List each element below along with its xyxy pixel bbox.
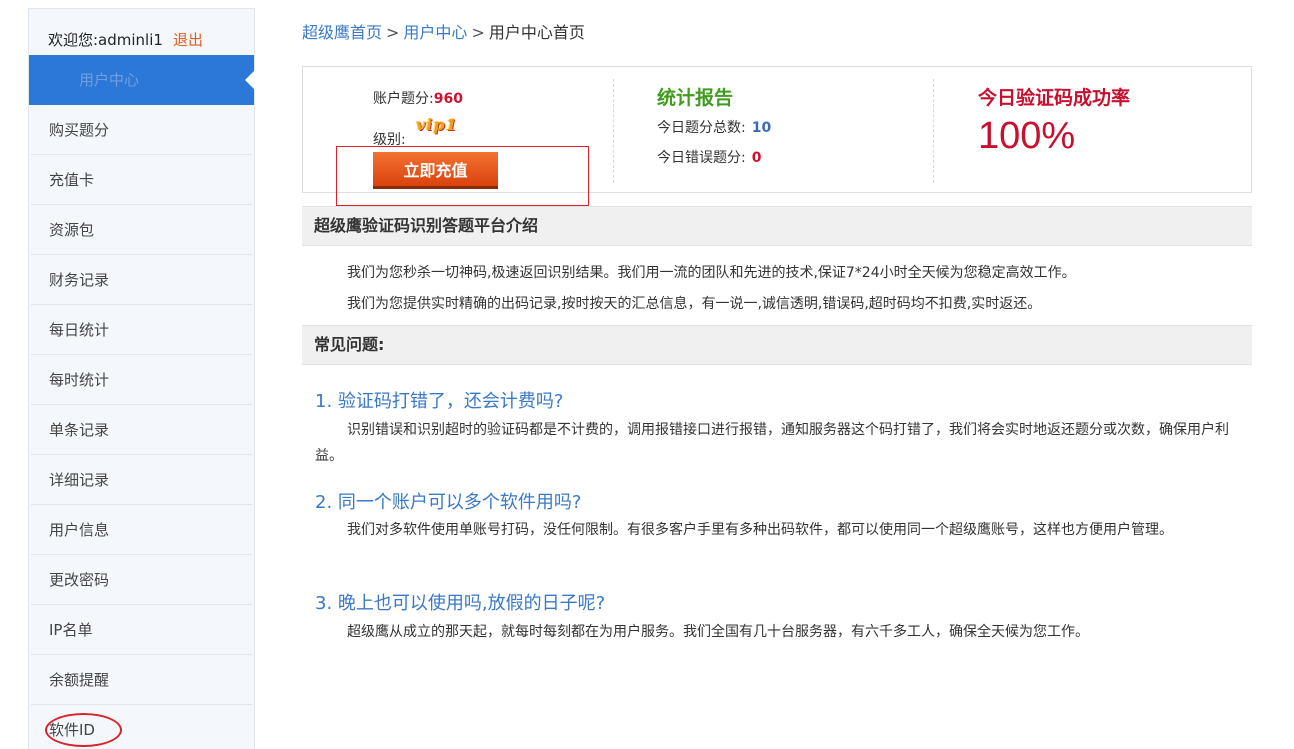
today-total-value: 10 [751, 120, 772, 136]
sidebar-item-single-records[interactable]: 单条记录 [31, 405, 252, 455]
level-label: 级别: [373, 132, 406, 148]
sidebar-item-detail-records[interactable]: 详细记录 [31, 455, 252, 505]
success-rate-title: 今日验证码成功率 [978, 87, 1131, 109]
intro-paragraph: 我们为您提供实时精确的出码记录,按时按天的汇总信息，有一说一,诚信透明,错误码,… [347, 296, 1042, 312]
today-error-row: 今日错误题分: 0 [657, 147, 761, 167]
account-summary-panel: 账户题分:960 级别: vip1 立即充值 统计报告 今日题分总数: 10 今日… [302, 66, 1252, 206]
sidebar-item-ip-list[interactable]: IP名单 [31, 605, 252, 655]
vip-badge-icon: vip1 [416, 115, 458, 134]
today-total-label: 今日题分总数: [657, 120, 746, 136]
faq-heading: 常见问题: [302, 325, 1252, 365]
sidebar-item-recharge-card[interactable]: 充值卡 [31, 155, 252, 205]
breadcrumb-home-link[interactable]: 超级鹰首页 [302, 23, 382, 42]
today-error-value: 0 [751, 150, 762, 166]
today-total-row: 今日题分总数: 10 [657, 117, 771, 137]
sidebar-item-buy-points[interactable]: 购买题分 [31, 105, 252, 155]
faq-answer: 识别错误和识别超时的验证码都是不计费的，调用报错接口进行报错，通知服务器这个码打… [315, 422, 1229, 464]
sidebar-item-user-center[interactable]: 用户中心 [29, 55, 255, 105]
sidebar-item-daily-stats[interactable]: 每日统计 [31, 305, 252, 355]
breadcrumb: 超级鹰首页 > 用户中心 > 用户中心首页 [302, 19, 585, 43]
level-row: 级别: [373, 129, 406, 149]
breadcrumb-separator: > [386, 23, 400, 42]
sidebar-item-hourly-stats[interactable]: 每时统计 [31, 355, 252, 405]
divider [933, 79, 934, 183]
sidebar-item-software-id[interactable]: 软件ID [31, 705, 252, 749]
faq-answer: 我们对多软件使用单账号打码，没任何限制。有很多客户手里有多种出码软件，都可以使用… [347, 522, 1173, 538]
welcome-bar: 欢迎您:adminli1 退出 [29, 9, 254, 55]
sidebar-item-user-info[interactable]: 用户信息 [31, 505, 252, 555]
intro-heading: 超级鹰验证码识别答题平台介绍 [302, 206, 1252, 246]
sidebar-item-balance-alert[interactable]: 余额提醒 [31, 655, 252, 705]
sidebar-item-change-password[interactable]: 更改密码 [31, 555, 252, 605]
faq-question: 3. 晚上也可以使用吗,放假的日子呢? [315, 593, 606, 614]
faq-question: 1. 验证码打错了，还会计费吗? [315, 391, 564, 412]
report-title: 统计报告 [657, 87, 734, 109]
balance-label: 账户题分: [373, 91, 434, 107]
breadcrumb-current: 用户中心首页 [488, 23, 585, 42]
sidebar-item-resource-pack[interactable]: 资源包 [31, 205, 252, 255]
intro-paragraph: 我们为您秒杀一切神码,极速返回识别结果。我们用一流的团队和先进的技术,保证7*2… [347, 265, 1076, 281]
logout-link[interactable]: 退出 [173, 31, 203, 49]
faq-answer: 超级鹰从成立的那天起，就每时每刻都在为用户服务。我们全国有几十台服务器，有六千多… [347, 624, 1089, 640]
sidebar: 欢迎您:adminli1 退出 用户中心 购买题分 充值卡 资源包 财务记录 每日… [28, 8, 255, 749]
balance-row: 账户题分:960 [373, 88, 463, 108]
sidebar-item-finance-records[interactable]: 财务记录 [31, 255, 252, 305]
welcome-text: 欢迎您:adminli1 [48, 31, 163, 49]
balance-value: 960 [433, 91, 463, 107]
breadcrumb-user-center-link[interactable]: 用户中心 [403, 23, 467, 42]
recharge-now-button[interactable]: 立即充值 [373, 152, 498, 189]
divider [613, 79, 614, 183]
breadcrumb-separator: > [471, 23, 485, 42]
today-error-label: 今日错误题分: [657, 150, 746, 166]
faq-question: 2. 同一个账户可以多个软件用吗? [315, 492, 582, 513]
success-rate-value: 100% [978, 115, 1076, 157]
